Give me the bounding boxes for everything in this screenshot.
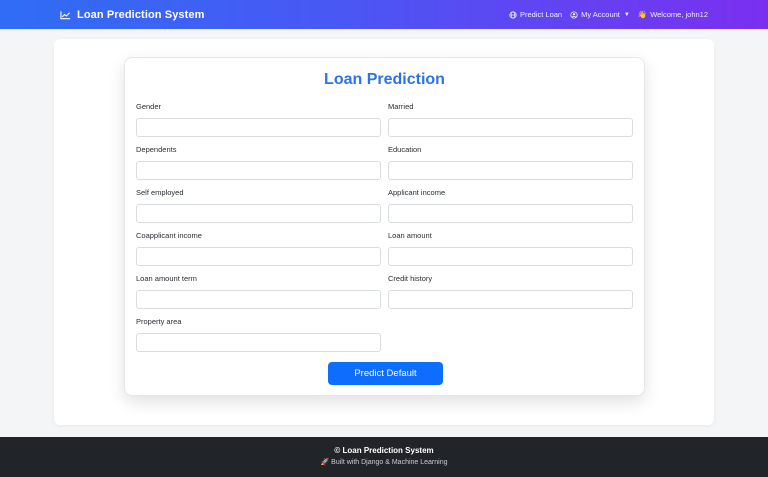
nav-predict-loan-label: Predict Loan [519, 10, 563, 19]
chart-line-icon [60, 10, 71, 19]
field-label: Gender [136, 102, 162, 111]
brand-link[interactable]: Loan Prediction System [60, 9, 205, 21]
credit-history-input[interactable] [388, 290, 633, 309]
welcome-message: 👋 Welcome, john12 [638, 10, 708, 19]
field-married: Married [388, 102, 633, 137]
nav-predict-loan[interactable]: Predict Loan [509, 10, 562, 19]
welcome-text: Welcome, john12 [650, 10, 708, 19]
nav-my-account-dropdown[interactable]: My Account ▼ [570, 10, 630, 19]
form-title: Loan Prediction [324, 71, 445, 88]
nav-right: Predict Loan My Account ▼ 👋 Welcome, joh… [509, 10, 708, 19]
field-applicant-income: Applicant income [388, 188, 633, 223]
chevron-down-icon: ▼ [623, 11, 630, 18]
loan-amount-term-input[interactable] [136, 290, 381, 309]
loan-form-card: Loan Prediction Gender Married Dependent… [124, 57, 645, 396]
field-label: Applicant income [388, 188, 446, 197]
globe-icon [509, 10, 517, 19]
dependents-input[interactable] [136, 161, 381, 180]
self-employed-input[interactable] [136, 204, 381, 223]
field-gender: Gender [136, 102, 381, 137]
property-area-input[interactable] [136, 333, 381, 352]
education-input[interactable] [388, 161, 633, 180]
field-label: Property area [136, 317, 182, 326]
user-circle-icon [570, 10, 578, 19]
field-dependents: Dependents [136, 145, 381, 180]
gender-input[interactable] [136, 118, 381, 137]
field-loan-amount-term: Loan amount term [136, 274, 381, 309]
field-label: Dependents [136, 145, 177, 154]
brand-title: Loan Prediction System [77, 8, 205, 21]
field-label: Self employed [136, 188, 184, 197]
loan-amount-input[interactable] [388, 247, 633, 266]
field-property-area: Property area [136, 317, 381, 352]
field-label: Loan amount term [136, 274, 197, 283]
field-coapplicant-income: Coapplicant income [136, 231, 381, 266]
wave-icon: 👋 [637, 10, 648, 19]
nav-my-account-label: My Account [581, 10, 620, 19]
field-label: Education [388, 145, 422, 154]
footer: © Loan Prediction System 🚀 Built with Dj… [0, 437, 768, 477]
field-label: Loan amount [388, 231, 432, 240]
coapplicant-income-input[interactable] [136, 247, 381, 266]
applicant-income-input[interactable] [388, 204, 633, 223]
field-education: Education [388, 145, 633, 180]
field-label: Credit history [388, 274, 433, 283]
predict-default-button[interactable]: Predict Default [328, 362, 443, 385]
field-loan-amount: Loan amount [388, 231, 633, 266]
field-label: Coapplicant income [136, 231, 202, 240]
field-self-employed: Self employed [136, 188, 381, 223]
married-input[interactable] [388, 118, 633, 137]
field-label: Married [388, 102, 414, 111]
footer-title: © Loan Prediction System [334, 446, 434, 455]
footer-subtitle: 🚀 Built with Django & Machine Learning [320, 459, 448, 466]
field-credit-history: Credit history [388, 274, 633, 309]
navbar: Loan Prediction System Predict Loan My A… [0, 0, 768, 29]
